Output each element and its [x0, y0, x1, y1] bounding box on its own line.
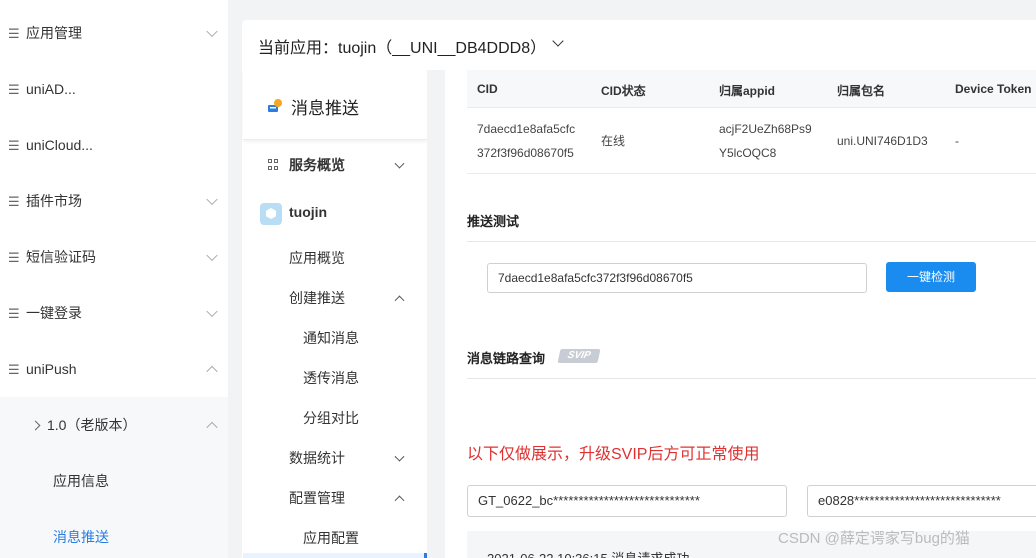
cid-query-input[interactable]: e0828***************************** — [807, 485, 1036, 517]
table-row: 7daecd1e8afa5cfc 372f3f96d08670f5 在线 acj… — [467, 107, 1036, 174]
chevron-down-icon — [206, 193, 218, 206]
chevron-down-icon — [394, 158, 405, 169]
appid-line: acjF2UeZh68Ps9 — [719, 122, 812, 136]
svip-warning-text: 以下仅做展示，升级SVIP后方可正常使用 — [467, 446, 760, 463]
nav-sub-version-1[interactable]: 1.0（老版本） — [0, 397, 228, 453]
column-header: CID状态 — [601, 84, 646, 98]
divider — [467, 378, 1036, 379]
message-trace-panel: 消息链路查询 SVIP 以下仅做展示，升级SVIP后方可正常使用 GT_0622… — [447, 332, 1036, 558]
menu-service-overview[interactable]: 服务概览 — [243, 155, 427, 175]
nav-sub-app-info[interactable]: 应用信息 — [0, 453, 228, 509]
menu-config-management[interactable]: 配置管理 — [243, 488, 427, 508]
device-token-cell: - — [955, 134, 959, 148]
push-menu-title: 消息推送 — [291, 99, 359, 118]
nav-sub-label: 1.0（老版本） — [47, 417, 137, 433]
nav-item-label: uniAD... — [26, 81, 76, 97]
nav-sub-push-active[interactable]: 消息推送 — [0, 509, 228, 558]
current-app-selector[interactable]: 当前应用：tuojin（__UNI__DB4DDD8） — [258, 34, 546, 58]
one-click-check-button[interactable]: 一键检测 — [886, 262, 976, 292]
menu-group-compare[interactable]: 分组对比 — [243, 408, 427, 428]
menu-app-tuojin[interactable]: tuojin — [243, 203, 427, 225]
menu-label: 透传消息 — [303, 370, 359, 386]
menu-label: tuojin — [289, 204, 328, 220]
menu-label: 应用概览 — [289, 250, 345, 266]
list-icon: ☰ — [8, 25, 20, 41]
push-test-panel: 推送测试 7daecd1e8afa5cfc372f3f96d08670f5 一键… — [447, 196, 1036, 312]
chevron-up-icon — [394, 295, 405, 306]
package-cell: uni.UNI746D1D3 — [837, 134, 928, 148]
watermark: CSDN @薛定谔家写bug的猫 — [778, 530, 970, 547]
nav-item-sms[interactable]: ☰ 短信验证码 — [0, 229, 228, 285]
chevron-up-icon — [394, 495, 405, 506]
chevron-down-icon — [206, 249, 218, 262]
chevron-down-icon — [206, 25, 218, 38]
list-icon: ☰ — [8, 193, 20, 209]
nav-item-label: 一键登录 — [26, 305, 82, 321]
app-cube-icon — [260, 203, 282, 225]
active-menu-indicator — [243, 553, 427, 558]
log-entry: 2021-06-22 10:36:15 消息请求成功 — [487, 548, 689, 558]
list-icon: ☰ — [8, 81, 20, 97]
left-sidebar: ☰ 应用管理 ☰ uniAD... ☰ uniCloud... ☰ 插件市场 ☰… — [0, 0, 228, 558]
menu-label: 通知消息 — [303, 330, 359, 346]
menu-label: 配置管理 — [289, 490, 345, 506]
chevron-up-icon — [206, 421, 218, 434]
push-menu: 消息推送 服务概览 tuojin 应用概览 创建推送 通知消息 透传消息 分组对… — [243, 70, 427, 558]
nav-item-unicloud[interactable]: ☰ uniCloud... — [0, 117, 228, 173]
column-header: 归属包名 — [837, 84, 886, 98]
nav-item-label: 应用管理 — [26, 25, 82, 41]
content-gutter — [427, 70, 445, 558]
list-icon: ☰ — [8, 305, 20, 321]
svip-badge: SVIP — [557, 349, 601, 363]
cid-input[interactable]: 7daecd1e8afa5cfc372f3f96d08670f5 — [487, 263, 867, 293]
trace-title: 消息链路查询 — [467, 351, 546, 366]
cid-line: 372f3f96d08670f5 — [477, 146, 574, 160]
appid-line: Y5lcOQC8 — [719, 146, 777, 160]
menu-notify-message[interactable]: 通知消息 — [243, 328, 427, 348]
nav-item-label: 插件市场 — [26, 193, 82, 209]
grid-icon — [268, 159, 279, 170]
menu-label: 服务概览 — [289, 157, 345, 173]
nav-item-app-management[interactable]: ☰ 应用管理 — [0, 5, 228, 61]
menu-app-overview[interactable]: 应用概览 — [243, 248, 427, 268]
menu-label: 分组对比 — [303, 410, 359, 426]
column-header: CID — [477, 82, 498, 96]
column-header: 归属appid — [719, 84, 775, 98]
cid-cell: 7daecd1e8afa5cfc 372f3f96d08670f5 — [477, 117, 575, 165]
menu-transparent-message[interactable]: 透传消息 — [243, 368, 427, 388]
nav-item-uniad[interactable]: ☰ uniAD... — [0, 61, 228, 117]
column-header: Device Token — [955, 82, 1032, 96]
menu-label: 应用配置 — [303, 530, 359, 546]
nav-item-plugin-market[interactable]: ☰ 插件市场 — [0, 173, 228, 229]
nav-item-label: 短信验证码 — [26, 249, 96, 265]
list-icon: ☰ — [8, 137, 20, 153]
push-test-title: 推送测试 — [467, 214, 520, 229]
push-menu-header: 消息推送 — [243, 70, 427, 140]
appid-cell: acjF2UeZh68Ps9 Y5lcOQC8 — [719, 117, 812, 165]
task-id-input[interactable]: GT_0622_bc***************************** — [467, 485, 787, 517]
menu-label: 创建推送 — [289, 290, 345, 306]
chevron-down-icon — [394, 451, 405, 462]
nav-item-label: uniPush — [26, 361, 77, 377]
cid-info-panel: CID CID状态 归属appid 归属包名 Device Token 7dae… — [447, 70, 1036, 176]
chevron-right-icon — [30, 420, 41, 430]
divider — [467, 241, 1036, 242]
chevron-down-icon — [206, 305, 218, 318]
menu-data-stats[interactable]: 数据统计 — [243, 448, 427, 468]
menu-app-config[interactable]: 应用配置 — [243, 528, 427, 548]
table-header: CID CID状态 归属appid 归属包名 Device Token — [467, 70, 1036, 107]
status-cell: 在线 — [601, 134, 626, 148]
push-icon — [268, 99, 282, 112]
cid-line: 7daecd1e8afa5cfc — [477, 122, 576, 136]
nav-item-label: uniCloud... — [26, 137, 93, 153]
menu-label: 数据统计 — [289, 450, 345, 466]
nav-item-one-click-login[interactable]: ☰ 一键登录 — [0, 285, 228, 341]
nav-sub-label: 消息推送 — [53, 529, 109, 545]
menu-create-push[interactable]: 创建推送 — [243, 288, 427, 308]
chevron-up-icon — [206, 365, 218, 378]
list-icon: ☰ — [8, 249, 20, 265]
nav-sub-label: 应用信息 — [53, 473, 109, 489]
nav-item-unipush[interactable]: ☰ uniPush — [0, 341, 228, 397]
list-icon: ☰ — [8, 361, 20, 377]
